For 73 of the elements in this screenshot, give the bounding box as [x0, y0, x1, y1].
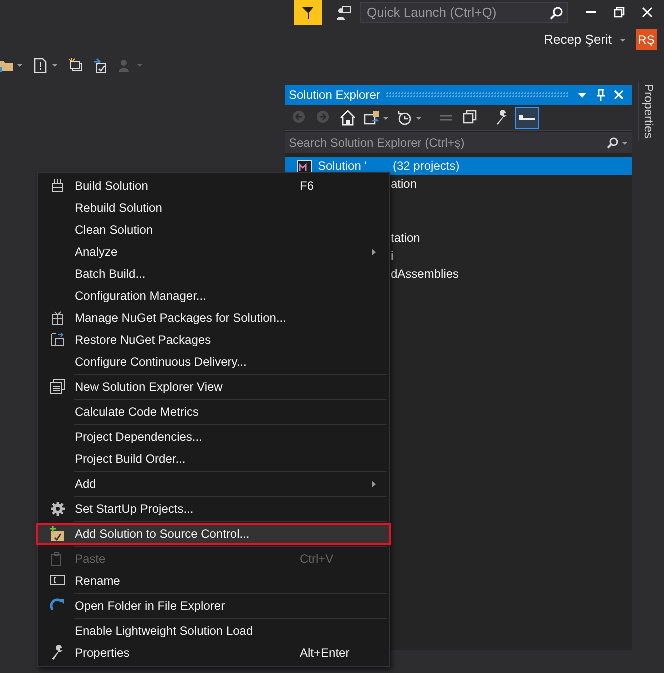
menu-item[interactable]: Batch Build...: [39, 263, 388, 285]
toolbar-button[interactable]: [33, 56, 58, 74]
menu-item[interactable]: New Solution Explorer View: [39, 376, 388, 398]
menu-item[interactable]: Configure Continuous Delivery...: [39, 351, 388, 373]
toolbar-button[interactable]: [515, 106, 539, 128]
tree-item-label: dAssemblies: [391, 266, 460, 283]
restore-package-icon: [50, 332, 66, 348]
project-count: (32 projects): [393, 158, 460, 175]
menu-item[interactable]: Configuration Manager...: [39, 285, 388, 307]
search-icon: [550, 6, 563, 20]
user-avatar[interactable]: RŞ: [636, 29, 657, 50]
gear-icon: [50, 501, 66, 517]
menu-item[interactable]: Manage NuGet Packages for Solution...: [39, 307, 388, 329]
menu-item[interactable]: Project Dependencies...: [39, 426, 388, 448]
submenu-arrow-icon: [372, 248, 376, 256]
toolbar-button[interactable]: [93, 58, 108, 72]
feedback-icon: [336, 6, 352, 22]
caret-icon: [383, 116, 389, 120]
caret-icon: [416, 116, 422, 120]
folder-add-icon: [48, 526, 64, 542]
feedback-flag-button[interactable]: [294, 0, 322, 25]
caret-icon: [52, 64, 58, 68]
menu-item[interactable]: Analyze: [39, 241, 388, 263]
forward-icon: [316, 110, 332, 126]
search-input[interactable]: Search Solution Explorer (Ctrl+ş): [289, 134, 607, 152]
back-icon: [292, 110, 308, 126]
menu-item[interactable]: Enable Lightweight Solution Load: [39, 620, 388, 642]
window-list-icon: [50, 379, 66, 395]
pin-icon: [595, 89, 607, 101]
build-icon: [50, 178, 66, 194]
tree-item-label: Solution ': [318, 158, 367, 175]
minimize-icon: [586, 11, 596, 13]
gift-icon: [50, 310, 66, 326]
submenu-arrow-icon: [372, 480, 376, 488]
wrench-icon: [494, 110, 510, 126]
panel-title: Solution Explorer: [289, 87, 380, 104]
search-field[interactable]: Search Solution Explorer (Ctrl+ş): [285, 132, 632, 153]
caret-icon: [622, 142, 628, 145]
menu-item[interactable]: Set StartUp Projects...: [39, 498, 388, 520]
quick-launch-input[interactable]: Quick Launch (Ctrl+Q): [361, 2, 546, 22]
checklist-icon: [93, 58, 108, 72]
restore-icon: [614, 6, 624, 18]
menu-item[interactable]: Build Solution F6: [39, 175, 388, 197]
user-name[interactable]: Recep Şerit: [544, 30, 612, 50]
menu-item[interactable]: Calculate Code Metrics: [39, 401, 388, 423]
menu-item[interactable]: Add: [39, 473, 388, 495]
menu-item[interactable]: Rename: [39, 570, 388, 592]
menu-item[interactable]: Clean Solution: [39, 219, 388, 241]
menu-item[interactable]: Restore NuGet Packages: [39, 329, 388, 351]
menu-item[interactable]: Project Build Order...: [39, 448, 388, 470]
copy-windows-icon: [462, 110, 478, 126]
tree-item[interactable]: Solution ' (32 projects): [285, 157, 632, 175]
toolbar-button[interactable]: [68, 58, 83, 72]
caret-icon: [17, 64, 23, 68]
history-icon: [397, 110, 413, 126]
caret-icon: [620, 38, 626, 42]
search-icon: [607, 137, 619, 150]
close-icon: [613, 89, 625, 101]
caret-icon: [137, 64, 143, 68]
menu-item[interactable]: Open Folder in File Explorer: [39, 595, 388, 617]
menu-item[interactable]: Properties Alt+Enter: [39, 642, 388, 664]
menu-item[interactable]: Add Solution to Source Control...: [36, 523, 391, 545]
close-icon: [642, 6, 652, 18]
menu-item[interactable]: Rebuild Solution: [39, 197, 388, 219]
sync-folder-icon: [364, 110, 380, 126]
quick-launch-field[interactable]: Quick Launch (Ctrl+Q): [360, 2, 568, 23]
home-icon: [340, 110, 356, 126]
wrench-icon: [50, 645, 66, 661]
tree-item-label: i: [391, 248, 394, 265]
new-window-icon: [68, 58, 83, 72]
feedback-button[interactable]: [336, 4, 352, 22]
document-alert-icon: [33, 58, 48, 72]
tree-item-label: tation: [391, 230, 420, 247]
